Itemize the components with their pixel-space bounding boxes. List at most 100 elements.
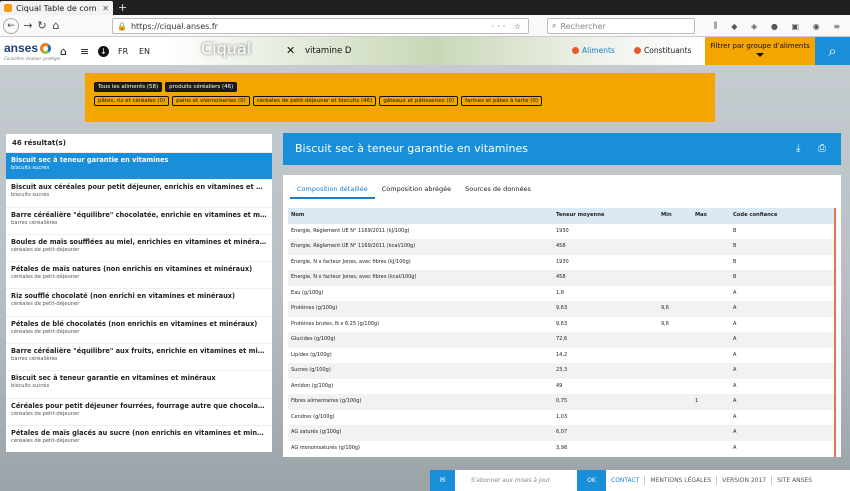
- forward-icon[interactable]: →: [22, 18, 34, 34]
- cell-nom: Energie, Règlement UE N° 1169/2011 (kJ/1…: [291, 227, 410, 234]
- item-category: biscuits sucrés: [11, 383, 50, 390]
- footer-legal[interactable]: MENTIONS LÉGALES: [645, 476, 718, 485]
- list-item[interactable]: Pétales de maïs glacés au sucre (non enr…: [6, 424, 272, 452]
- item-name: Pétales de maïs glacés au sucre (non enr…: [11, 428, 267, 437]
- list-item[interactable]: Barre céréalière "équilibre" chocolatée,…: [6, 206, 272, 234]
- table-row: AG monoinsaturés (g/100g) 3,98 A: [288, 441, 834, 457]
- item-category: biscuits sucrés: [11, 192, 50, 199]
- list-item[interactable]: Pétales de maïs natures (non enrichis en…: [6, 261, 272, 288]
- tab-abridged[interactable]: Composition abrégée: [375, 181, 458, 199]
- cell-code: A: [733, 382, 737, 389]
- cell-nom: Glucides (g/100g): [291, 336, 336, 342]
- list-item[interactable]: Céréales pour petit déjeuner fourrées, f…: [6, 397, 272, 425]
- cell-nom: Energie, Règlement UE N° 1169/2011 (kcal…: [291, 243, 416, 249]
- footer-contact[interactable]: CONTACT: [606, 476, 646, 485]
- footer-site-anses[interactable]: SITE ANSES: [772, 476, 817, 485]
- extension-icon[interactable]: ◆: [731, 22, 737, 31]
- url-bar[interactable]: 🔒 https://ciqual.anses.fr ··· ☆: [112, 18, 529, 34]
- extension-icon[interactable]: ◉: [813, 22, 820, 31]
- chip-cereal-products[interactable]: produits céréaliers (46): [165, 82, 238, 92]
- item-category: biscuits sucrés: [11, 165, 50, 171]
- cell-code: A: [733, 305, 737, 311]
- filter-group-button[interactable]: Filtrer par groupe d'aliments: [705, 37, 815, 65]
- col-nom[interactable]: Nom: [291, 208, 304, 224]
- extension-icon[interactable]: ●: [771, 22, 778, 31]
- cell-code: B: [733, 227, 737, 234]
- lang-en[interactable]: EN: [139, 47, 150, 56]
- cell-code: B: [733, 274, 737, 280]
- list-item[interactable]: Biscuit sec à teneur garantie en vitamin…: [6, 370, 272, 397]
- site-header: anses Connaître, évaluer, protéger ⌂ ≡ ↓…: [0, 37, 850, 65]
- subscribe-ok-button[interactable]: OK: [577, 470, 606, 491]
- cell-code: A: [733, 351, 737, 358]
- list-item[interactable]: Riz soufflé chocolaté (non enrichi en vi…: [6, 288, 272, 315]
- new-tab-button[interactable]: +: [118, 1, 127, 14]
- download-icon[interactable]: ⤓: [796, 143, 800, 154]
- filter-breadcrumb: Tous les aliments (58) produits céréalie…: [94, 82, 706, 92]
- col-code[interactable]: Code confiance: [733, 208, 777, 224]
- col-teneur[interactable]: Teneur moyenne: [556, 208, 604, 224]
- col-max[interactable]: Max: [695, 208, 707, 224]
- library-icon[interactable]: ⫼: [714, 21, 718, 31]
- cell-teneur: 1930: [556, 227, 569, 234]
- chip-subgroup[interactable]: pains et viennoiseries (0): [172, 96, 250, 106]
- anses-logo[interactable]: anses: [4, 41, 52, 55]
- download-icon[interactable]: ↓: [98, 46, 109, 57]
- tab-sources[interactable]: Sources de données: [458, 181, 538, 199]
- list-item[interactable]: Biscuit aux céréales pour petit déjeuner…: [6, 179, 272, 206]
- cell-nom: Eau (g/100g): [291, 289, 324, 296]
- tab-detailed[interactable]: Composition détaillée: [290, 181, 375, 199]
- chip-subgroup[interactable]: gâteaux et pâtisseries (0): [379, 96, 459, 106]
- browser-tab[interactable]: Ciqual Table de com ✕: [0, 1, 113, 15]
- detail-panel: Composition détaillée Composition abrégé…: [283, 175, 841, 457]
- extension-icon[interactable]: ◈: [751, 22, 757, 31]
- envelope-icon: ✉: [430, 470, 455, 491]
- ciqual-logo[interactable]: Ciqual: [201, 39, 251, 58]
- menu-icon[interactable]: ≡: [833, 22, 840, 31]
- table-row: Protéines brutes, N x 6.25 (g/100g) 9,63 9…: [288, 317, 834, 333]
- list-item[interactable]: Biscuit sec à teneur garantie en vitamin…: [6, 152, 272, 180]
- clear-search-icon[interactable]: ✕: [286, 44, 295, 57]
- table-row: Energie, N x facteur Jones, avec fibres …: [288, 270, 834, 286]
- table-row: Energie, Règlement UE N° 1169/2011 (kJ/1…: [288, 224, 834, 240]
- subscribe-input[interactable]: S'abonner aux mises à jour: [455, 478, 577, 484]
- home-icon[interactable]: ⌂: [50, 18, 62, 34]
- browser-search-input[interactable]: ⌕ Rechercher: [547, 18, 695, 34]
- item-category: barres céréalières: [11, 219, 58, 226]
- table-row: Fibres alimentaires (g/100g) 0,75 1 A: [288, 394, 834, 410]
- search-query[interactable]: vitamine D: [305, 46, 351, 56]
- cell-min: 9,6: [661, 320, 669, 327]
- home-icon[interactable]: ⌂: [60, 45, 67, 58]
- cell-nom: Energie, N x facteur Jones, avec fibres …: [291, 258, 411, 265]
- nav-constituants[interactable]: Constituants: [634, 46, 691, 55]
- item-category: céréales de petit-déjeuner: [11, 328, 80, 335]
- item-name: Barre céréalière "équilibre" aux fruits,…: [11, 347, 267, 356]
- cell-teneur: 458: [556, 243, 566, 249]
- search-button[interactable]: ⌕: [815, 37, 850, 65]
- print-icon[interactable]: ⎙: [818, 143, 826, 154]
- tagline: Connaître, évaluer, protéger: [4, 56, 61, 61]
- back-icon[interactable]: ←: [3, 18, 19, 34]
- chip-subgroup[interactable]: céréales de petit-déjeuner et biscuits (…: [252, 96, 377, 106]
- lang-fr[interactable]: FR: [118, 47, 128, 56]
- chip-subgroup[interactable]: farines et pâtes à tarte (0): [461, 96, 542, 106]
- extension-icon[interactable]: ▣: [792, 22, 800, 31]
- col-min[interactable]: Min: [661, 208, 672, 224]
- list-icon[interactable]: ≡: [80, 45, 89, 58]
- reload-icon[interactable]: ↻: [36, 18, 48, 34]
- item-name: Biscuit sec à teneur garantie en vitamin…: [11, 156, 169, 164]
- item-category: céréales de petit-déjeuner: [11, 246, 80, 253]
- list-item[interactable]: Barre céréalière "équilibre" aux fruits,…: [6, 343, 272, 370]
- detail-title: Biscuit sec à teneur garantie en vitamin…: [295, 142, 528, 155]
- list-item[interactable]: Pétales de blé chocolatés (non enrichis …: [6, 315, 272, 343]
- nav-aliments[interactable]: Aliments: [572, 46, 615, 55]
- chip-subgroup[interactable]: pâtes, riz et céréales (0): [94, 96, 170, 106]
- chip-all-foods[interactable]: Tous les aliments (58): [94, 82, 163, 92]
- page-actions-icon[interactable]: ··· ☆: [492, 22, 524, 31]
- item-category: céréales de petit-déjeuner: [11, 274, 80, 281]
- cell-code: A: [733, 444, 737, 451]
- list-item[interactable]: Boules de maïs soufflées au miel, enrich…: [6, 233, 272, 261]
- cell-nom: Amidon (g/100g): [291, 382, 334, 389]
- table-row: Protéines (g/100g) 9,63 9,6 A: [288, 301, 834, 317]
- close-tab-icon[interactable]: ✕: [102, 4, 109, 13]
